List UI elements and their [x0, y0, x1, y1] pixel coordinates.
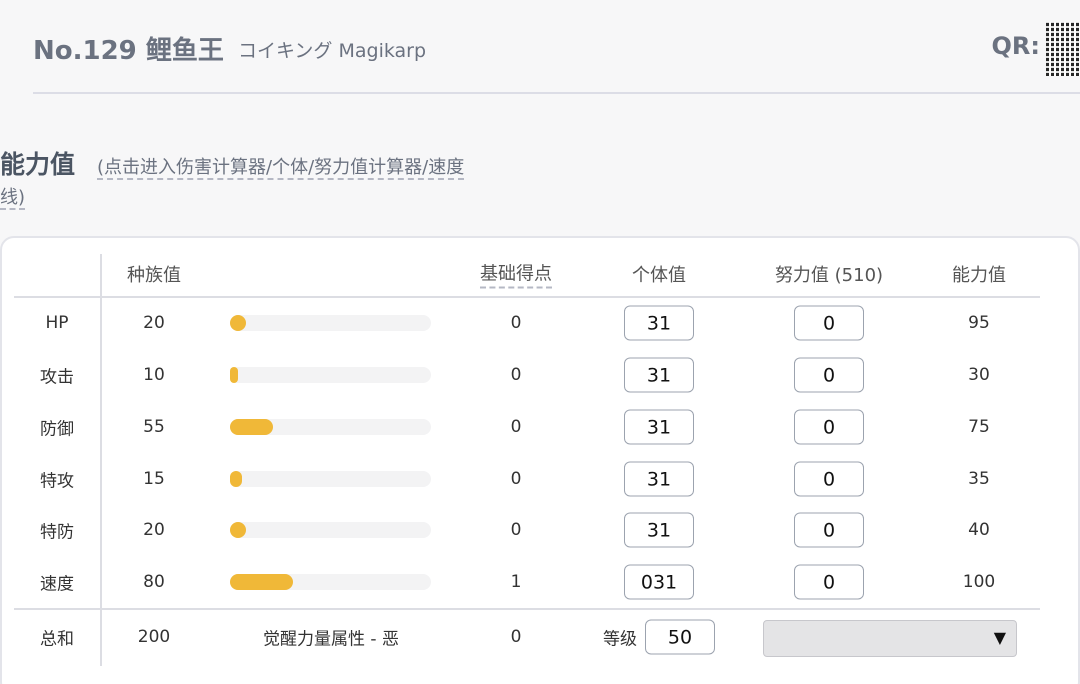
iv-input[interactable]: 31	[624, 357, 694, 393]
base-stat-bar-fill	[230, 419, 273, 435]
level-label: 等级	[603, 629, 637, 650]
stat-label: 攻击	[40, 367, 74, 388]
header-divider	[14, 296, 1040, 298]
header-ev: 努力值 (510)	[774, 265, 884, 286]
stat-base: 20	[143, 313, 165, 333]
stat-base: 10	[143, 365, 165, 385]
stat-base: 80	[143, 572, 165, 592]
stat-ev-yield: 0	[510, 313, 522, 333]
stat-base: 20	[143, 520, 165, 540]
section-title: 能力值	[0, 150, 76, 179]
stat-value: 95	[968, 313, 990, 333]
stat-base: 55	[143, 417, 165, 437]
iv-input[interactable]: 31	[624, 461, 694, 497]
stat-label: 特攻	[40, 471, 74, 492]
stat-ev-yield: 1	[510, 572, 522, 592]
header-iv: 个体值	[632, 265, 686, 286]
stat-value: 75	[968, 417, 990, 437]
stat-ev-yield: 0	[510, 365, 522, 385]
stat-label: 特防	[40, 522, 74, 543]
total-base: 200	[137, 627, 171, 647]
level-input[interactable]: 50	[645, 619, 715, 655]
ev-input[interactable]: 0	[794, 512, 864, 548]
total-ev-yield: 0	[510, 627, 522, 647]
pokemon-alt-names: コイキング Magikarp	[238, 40, 427, 62]
ev-input[interactable]: 0	[794, 305, 864, 341]
iv-input[interactable]: 031	[624, 564, 694, 600]
base-stat-bar-fill	[230, 522, 246, 538]
chevron-down-icon: ▼	[993, 628, 1006, 647]
stat-value: 40	[968, 520, 990, 540]
stat-value: 35	[968, 469, 990, 489]
stat-label: 防御	[40, 419, 74, 440]
qr-code-icon[interactable]	[1046, 22, 1080, 76]
stat-label: HP	[45, 313, 69, 333]
base-stat-bar-fill	[230, 367, 238, 383]
base-stat-bar	[230, 419, 431, 435]
base-stat-bar	[230, 522, 431, 538]
base-stat-bar-fill	[230, 574, 293, 590]
iv-input[interactable]: 31	[624, 512, 694, 548]
total-label: 总和	[40, 629, 74, 650]
base-stat-bar-fill	[230, 471, 242, 487]
calculator-link-wrap[interactable]: 线)	[0, 183, 26, 210]
stat-ev-yield: 0	[510, 417, 522, 437]
page-header: No.129 鲤鱼王 コイキング Magikarp QR:	[33, 22, 1080, 94]
pokemon-title: No.129 鲤鱼王	[33, 36, 224, 66]
stat-label: 速度	[40, 574, 74, 595]
ev-input[interactable]: 0	[794, 461, 864, 497]
base-stat-bar	[230, 315, 431, 331]
qr-label: QR:	[991, 32, 1040, 60]
base-stat-bar-fill	[230, 315, 246, 331]
calculator-link[interactable]: (点击进入伤害计算器/个体/努力值计算器/速度	[97, 152, 517, 183]
stats-card	[0, 236, 1080, 684]
header-ev-yield[interactable]: 基础得点	[480, 260, 552, 289]
base-stat-bar	[230, 574, 431, 590]
header-base: 种族值	[127, 265, 181, 286]
nature-select[interactable]: ▼	[763, 620, 1017, 657]
ev-input[interactable]: 0	[794, 564, 864, 600]
ev-input[interactable]: 0	[794, 357, 864, 393]
base-stat-bar	[230, 471, 431, 487]
iv-input[interactable]: 31	[624, 305, 694, 341]
header-stat: 能力值	[952, 265, 1006, 286]
base-stat-bar	[230, 367, 431, 383]
stat-ev-yield: 0	[510, 520, 522, 540]
stat-ev-yield: 0	[510, 469, 522, 489]
hidden-power-type: 觉醒力量属性 - 恶	[263, 629, 399, 650]
stat-value: 100	[962, 572, 996, 592]
stat-base: 15	[143, 469, 165, 489]
ev-input[interactable]: 0	[794, 409, 864, 445]
stat-value: 30	[968, 365, 990, 385]
total-divider	[14, 608, 1040, 610]
column-divider	[100, 254, 102, 666]
iv-input[interactable]: 31	[624, 409, 694, 445]
